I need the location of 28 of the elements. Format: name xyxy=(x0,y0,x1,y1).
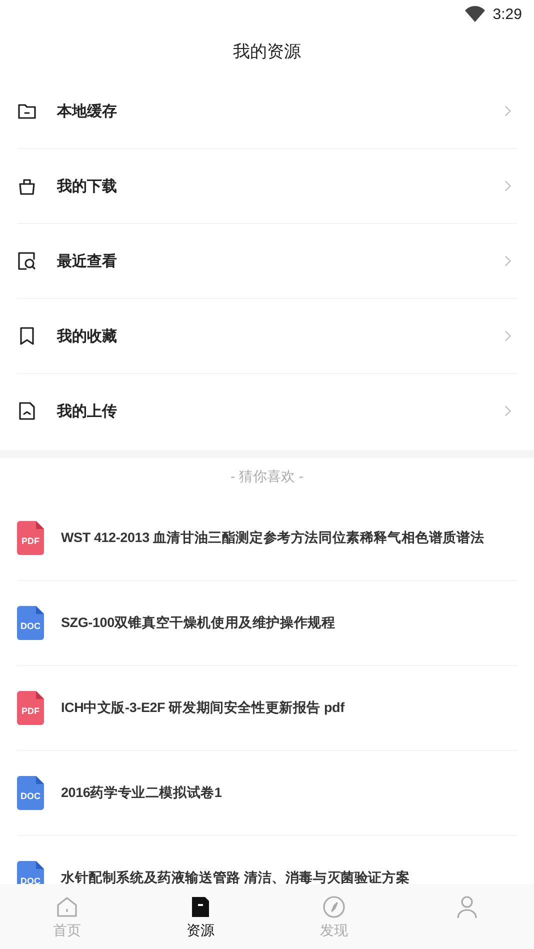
document-title[interactable]: ICH中文版-3-E2F 研发期间安全性更新报告 pdf xyxy=(61,699,344,717)
status-time: 3:29 xyxy=(492,6,522,22)
doc-file-icon: DOC xyxy=(17,861,44,884)
menu-item[interactable]: 本地缓存 xyxy=(17,74,517,149)
section-heading: - 猜你喜欢 - xyxy=(230,468,304,486)
user-icon xyxy=(455,894,480,918)
folder-icon xyxy=(17,101,37,121)
file-icon xyxy=(17,401,37,421)
menu-item[interactable]: 我的收藏 xyxy=(17,299,517,374)
document-title[interactable]: 水针配制系统及药液输送管路 清洁、消毒与灭菌验证方案 xyxy=(61,869,410,884)
document-title[interactable]: WST 412-2013 血清甘油三酯测定参考方法同位素稀释气相色谱质谱法 xyxy=(61,529,484,547)
bag-icon xyxy=(17,176,37,196)
search-icon xyxy=(17,251,37,271)
page-title: 我的资源 xyxy=(233,40,301,62)
compass-icon xyxy=(322,894,346,918)
doc-file-icon: DOC xyxy=(17,606,44,640)
nav-tab[interactable]: 资源 xyxy=(134,884,267,949)
wifi-icon xyxy=(464,6,485,22)
doc-file-icon: DOC xyxy=(17,776,44,810)
bookmark-icon xyxy=(17,326,37,346)
pdf-file-icon: PDF xyxy=(17,521,44,555)
menu-item[interactable]: 我的下载 xyxy=(17,149,517,224)
home-icon xyxy=(54,894,79,918)
pdf-file-icon: PDF xyxy=(17,691,44,725)
document-title[interactable]: 2016药学专业二模拟试卷1 xyxy=(61,784,222,802)
menu-item[interactable]: 我的上传 xyxy=(17,374,517,448)
document-title[interactable]: SZG-100双锥真空干燥机使用及维护操作规程 xyxy=(61,614,336,632)
menu-item[interactable]: 最近查看 xyxy=(17,224,517,299)
